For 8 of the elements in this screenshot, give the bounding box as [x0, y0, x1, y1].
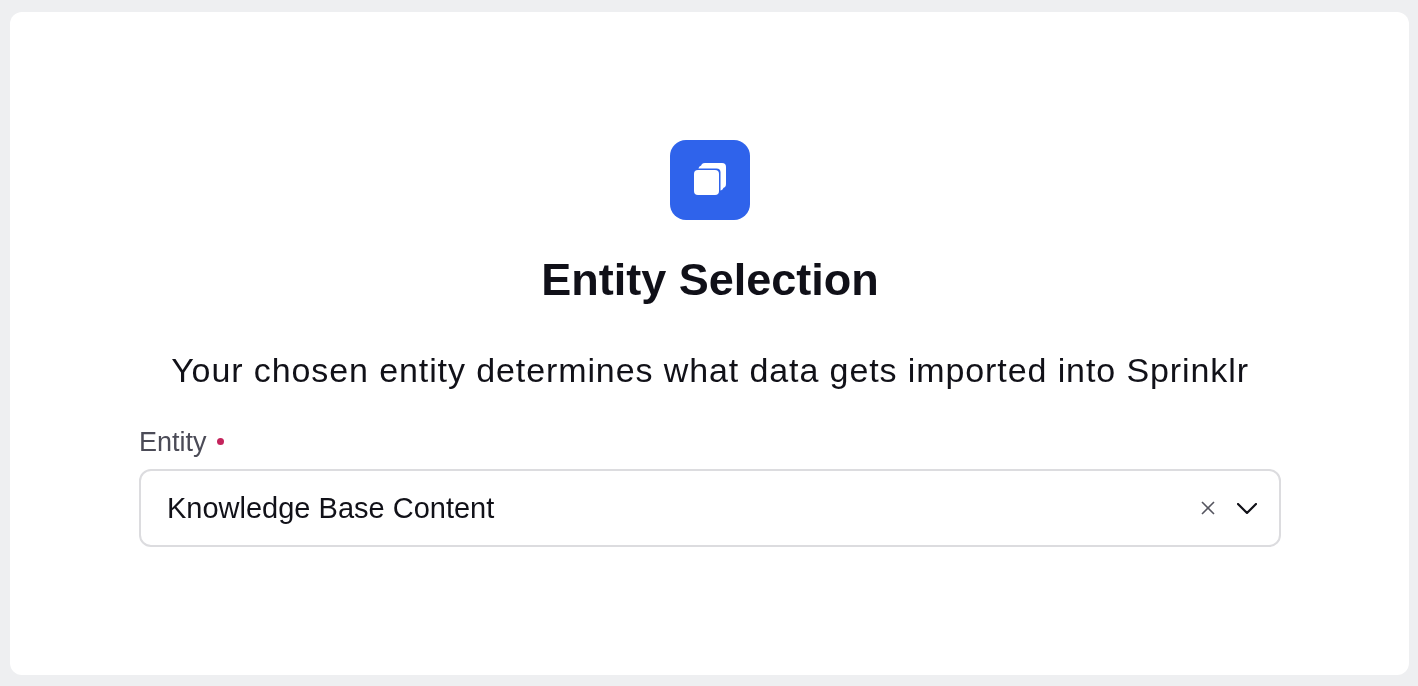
stacked-pages-icon [670, 140, 750, 220]
field-label: Entity [139, 426, 207, 458]
clear-icon[interactable] [1201, 501, 1215, 515]
page-title: Entity Selection [541, 254, 879, 306]
chevron-down-icon[interactable] [1237, 502, 1257, 514]
entity-select[interactable]: Knowledge Base Content [139, 469, 1281, 547]
page-subtitle: Your chosen entity determines what data gets imported into Sprinklr [171, 350, 1249, 390]
selected-value: Knowledge Base Content [167, 491, 496, 525]
